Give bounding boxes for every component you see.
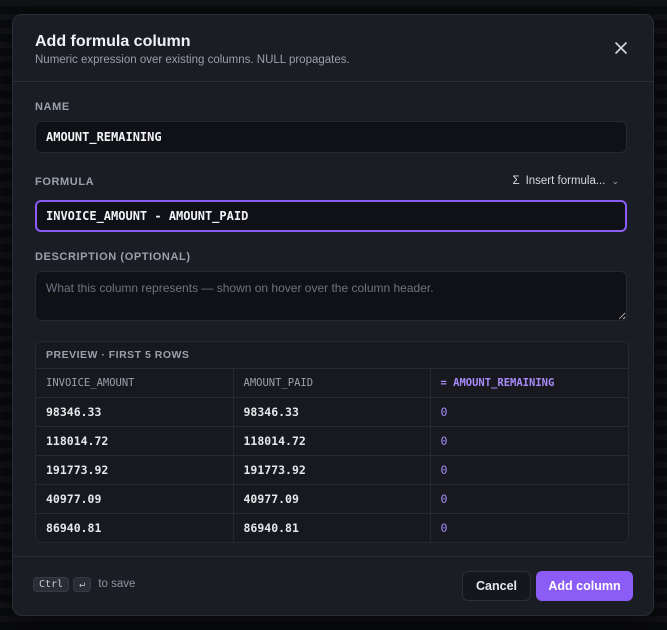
- result-cell: 0: [429, 397, 628, 427]
- table-row: 118014.72 118014.72 0: [36, 426, 628, 456]
- preview-panel: PREVIEW · FIRST 5 ROWS INVOICE_AMOUNT AM…: [35, 341, 629, 543]
- close-icon: [615, 42, 627, 54]
- result-cell: 0: [429, 513, 628, 542]
- description-textarea[interactable]: [35, 271, 627, 321]
- table-cell: 118014.72: [36, 426, 233, 456]
- result-cell: 0: [429, 455, 628, 485]
- sigma-icon: Σ: [512, 175, 520, 187]
- insert-formula-label: Insert formula...: [525, 175, 606, 187]
- table-cell: 191773.92: [232, 455, 430, 485]
- dialog-footer: Ctrl ↵ to save Cancel Add column: [13, 556, 653, 615]
- formula-input[interactable]: INVOICE_AMOUNT - AMOUNT_PAID: [35, 200, 627, 232]
- name-input[interactable]: AMOUNT_REMAINING: [35, 121, 627, 153]
- dialog-header: Add formula column Numeric expression ov…: [13, 15, 653, 82]
- description-label: DESCRIPTION (OPTIONAL): [35, 251, 191, 263]
- shortcut-hint-text: to save: [98, 578, 136, 590]
- table-cell: 40977.09: [232, 484, 430, 514]
- preview-table: INVOICE_AMOUNT AMOUNT_PAID = AMOUNT_REMA…: [36, 369, 628, 542]
- table-cell: 86940.81: [232, 513, 430, 542]
- save-shortcut-hint: Ctrl ↵ to save: [33, 577, 135, 592]
- dialog-title: Add formula column: [35, 33, 191, 50]
- add-column-button[interactable]: Add column: [536, 571, 633, 601]
- preview-header-row: INVOICE_AMOUNT AMOUNT_PAID = AMOUNT_REMA…: [36, 369, 628, 398]
- enter-key-icon: ↵: [73, 577, 92, 592]
- result-cell: 0: [429, 426, 628, 456]
- table-cell: 86940.81: [46, 521, 102, 535]
- close-button[interactable]: [613, 40, 629, 56]
- cancel-button[interactable]: Cancel: [462, 571, 531, 601]
- table-cell: 98346.33: [36, 397, 233, 427]
- name-label: NAME: [35, 101, 70, 113]
- table-cell: 40977.09: [36, 484, 233, 514]
- formula-label: FORMULA: [35, 176, 95, 188]
- table-row: 86940.81 86940.81 0: [36, 513, 628, 542]
- result-cell: 0: [429, 484, 628, 514]
- column-header-invoice-amount: INVOICE_AMOUNT: [36, 369, 233, 398]
- ctrl-key: Ctrl: [33, 577, 70, 592]
- dialog-subtitle: Numeric expression over existing columns…: [35, 54, 350, 66]
- preview-title: PREVIEW · FIRST 5 ROWS: [36, 342, 628, 369]
- add-formula-column-dialog: Add formula column Numeric expression ov…: [12, 14, 654, 616]
- table-row: 191773.92 191773.92 0: [36, 455, 628, 485]
- table-cell: 118014.72: [232, 426, 430, 456]
- table-row: 98346.33 98346.33 0: [36, 397, 628, 427]
- table-cell: 191773.92: [36, 455, 233, 485]
- table-row: 40977.09 40977.09 0: [36, 484, 628, 514]
- chevron-down-icon: ⌄: [611, 176, 619, 186]
- insert-formula-button[interactable]: Σ Insert formula... ⌄: [512, 175, 619, 187]
- column-header-amount-paid: AMOUNT_PAID: [232, 369, 430, 398]
- column-header-amount-remaining: = AMOUNT_REMAINING: [429, 369, 628, 398]
- table-cell: 98346.33: [232, 397, 430, 427]
